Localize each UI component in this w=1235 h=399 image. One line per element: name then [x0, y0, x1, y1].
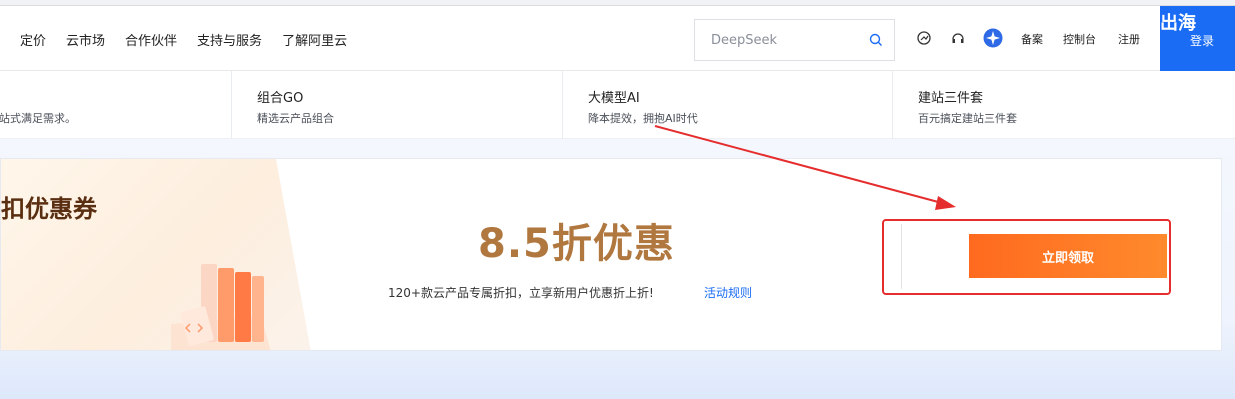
top-navbar: 定价 云市场 合作伙伴 支持与服务 了解阿里云 备案 控制台 注册 出海 登录 [0, 0, 1235, 71]
promo-subtitle: 120+款云产品专属折扣，立享新用户优惠折上折! [388, 286, 654, 300]
sub-nav-item-combo-go[interactable]: 组合GO 精选云产品组合 [231, 71, 562, 139]
filing-link[interactable]: 备案 [1021, 31, 1043, 47]
annotation-highlight-box [882, 219, 1171, 295]
assistant-icon[interactable] [983, 28, 1003, 48]
login-panel[interactable]: 出海 登录 [1160, 6, 1235, 71]
sub-nav-desc: 站式满足需求。 [0, 112, 76, 125]
search-input[interactable] [695, 20, 855, 60]
sub-nav-row: 站式满足需求。 组合GO 精选云产品组合 大模型AI 降本提效，拥抱AI时代 建… [0, 71, 1235, 139]
sub-nav-title: 大模型AI [588, 91, 640, 106]
promo-left-title: 扣优惠券 [1, 195, 97, 223]
login-button[interactable]: 登录 [1190, 32, 1214, 49]
nav-item-partners[interactable]: 合作伙伴 [125, 30, 177, 49]
books-illustration [171, 264, 271, 350]
nav-item-marketplace[interactable]: 云市场 [66, 30, 105, 49]
sub-nav-desc: 精选云产品组合 [257, 112, 334, 125]
promo-title: 8.5折优惠 [478, 221, 675, 267]
browser-top-edge [0, 0, 1235, 6]
headset-icon[interactable] [950, 30, 966, 46]
sub-nav-item-site-kit[interactable]: 建站三件套 百元搞定建站三件套 [892, 71, 1235, 139]
nav-item-support[interactable]: 支持与服务 [197, 30, 262, 49]
dashboard-icon[interactable] [916, 30, 932, 46]
nav-item-about[interactable]: 了解阿里云 [282, 30, 347, 49]
console-link[interactable]: 控制台 [1063, 31, 1096, 47]
sub-nav-item-llm-ai[interactable]: 大模型AI 降本提效，拥抱AI时代 [562, 71, 892, 139]
search-icon[interactable] [868, 32, 884, 48]
sub-nav-desc: 百元搞定建站三件套 [918, 112, 1017, 125]
register-link[interactable]: 注册 [1118, 31, 1140, 47]
sub-nav-title: 建站三件套 [918, 91, 984, 106]
sub-nav-item-partial[interactable]: 站式满足需求。 [0, 71, 231, 139]
sub-nav-title: 组合GO [257, 91, 304, 106]
main-nav: 定价 云市场 合作伙伴 支持与服务 了解阿里云 [20, 30, 367, 49]
nav-item-pricing[interactable]: 定价 [20, 30, 46, 49]
sub-nav-desc: 降本提效，拥抱AI时代 [588, 112, 698, 125]
activity-rules-link[interactable]: 活动规则 [704, 284, 752, 301]
search-box [694, 19, 895, 61]
